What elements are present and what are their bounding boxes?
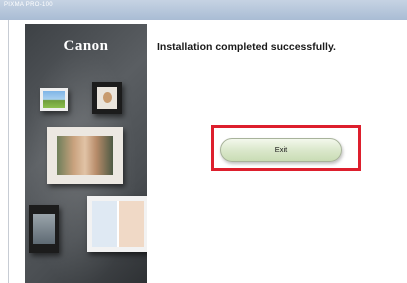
exit-button[interactable]: Exit — [220, 138, 342, 162]
completion-message: Installation completed successfully. — [157, 41, 336, 53]
photo-frame-landscape — [40, 88, 68, 111]
landscape-photo — [43, 91, 65, 108]
window-border — [8, 20, 9, 283]
side-panel: Canon — [25, 24, 147, 283]
photo-frame-portrait — [92, 82, 122, 114]
portrait-photo — [97, 87, 117, 109]
photo-frame-collage — [87, 196, 147, 252]
group-photo — [33, 214, 55, 244]
photo-frame-group — [29, 205, 59, 253]
family-photo — [57, 136, 113, 175]
window-title: PIXMA PRO-100 — [4, 2, 53, 8]
title-bar: PIXMA PRO-100 — [0, 0, 407, 20]
collage-photo — [92, 201, 144, 247]
photo-frame-family — [47, 127, 123, 184]
brand-logo: Canon — [63, 38, 109, 54]
